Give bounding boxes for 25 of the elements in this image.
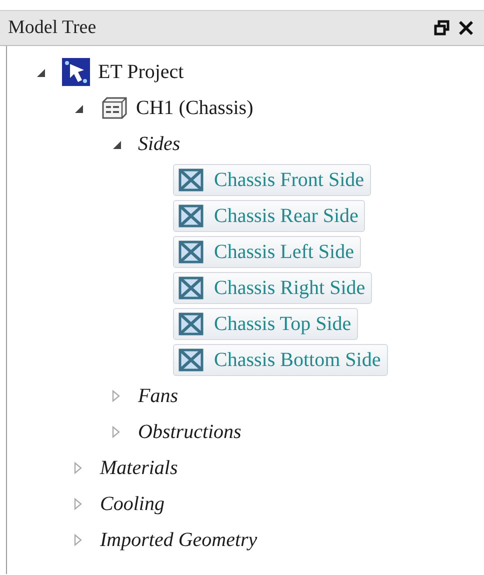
chassis-icon (100, 96, 128, 120)
restore-icon (434, 20, 450, 36)
tree-item[interactable]: Chassis Front Side (173, 164, 372, 196)
tree-item[interactable]: CH1 (Chassis) (97, 93, 260, 123)
tree-item[interactable]: ET Project (59, 55, 191, 89)
tree-item[interactable]: Sides (135, 130, 188, 158)
crossed-box-icon (176, 311, 206, 337)
tree-item[interactable]: Materials (97, 454, 185, 482)
tree-item[interactable]: Imported Geometry (97, 526, 264, 554)
crossed-box-icon (176, 347, 206, 373)
panel-title: Model Tree (8, 17, 98, 39)
tree-item[interactable]: Fans (135, 382, 185, 410)
crossed-box-icon (176, 239, 206, 265)
tree-item[interactable]: Chassis Right Side (173, 272, 372, 304)
tree-item[interactable]: Cooling (97, 490, 172, 518)
tree-item[interactable]: Chassis Left Side (173, 236, 361, 268)
tree-item[interactable]: Chassis Rear Side (173, 200, 366, 232)
close-icon (458, 20, 474, 36)
tree-item[interactable]: Chassis Bottom Side (173, 344, 388, 376)
tree-item[interactable]: Chassis Top Side (173, 308, 358, 340)
crossed-box-icon (176, 203, 206, 229)
tree-item[interactable]: Obstructions (135, 418, 248, 446)
crossed-box-icon (176, 275, 206, 301)
crossed-box-icon (176, 167, 206, 193)
project-icon (62, 58, 90, 86)
